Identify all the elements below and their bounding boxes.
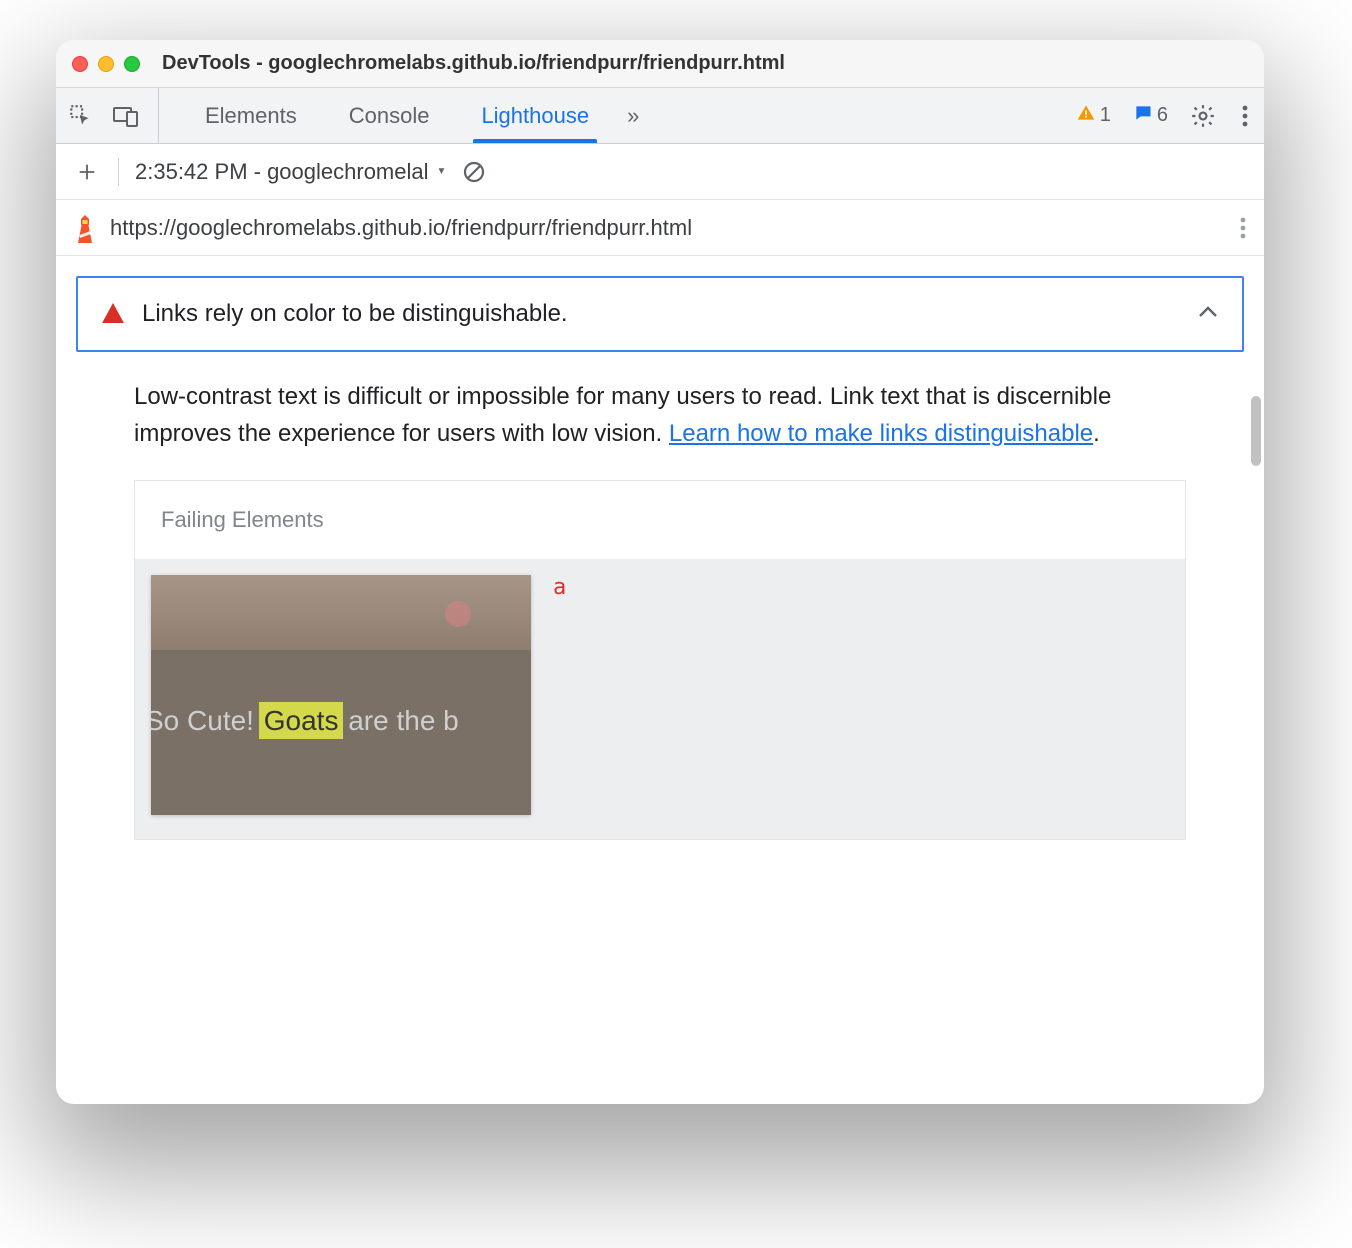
- more-vert-icon[interactable]: [1238, 105, 1252, 127]
- message-count: 6: [1157, 104, 1168, 127]
- message-count-badge[interactable]: 6: [1133, 103, 1168, 129]
- failing-elements-heading: Failing Elements: [135, 481, 1185, 559]
- report-url-bar: https://googlechromelabs.github.io/frien…: [56, 200, 1264, 256]
- clear-icon[interactable]: [462, 160, 486, 184]
- traffic-lights: [72, 56, 140, 72]
- report-content: Links rely on color to be distinguishabl…: [56, 256, 1264, 1104]
- report-select-label: 2:35:42 PM - googlechromelal: [135, 159, 429, 185]
- lighthouse-toolbar: 2:35:42 PM - googlechromelal ▼: [56, 144, 1264, 200]
- dropdown-caret-icon: ▼: [437, 166, 447, 177]
- message-icon: [1133, 103, 1153, 129]
- failing-element-thumbnail[interactable]: So Cute! Goats are the b: [151, 575, 531, 815]
- lighthouse-icon: [74, 215, 96, 241]
- thumb-text-highlight: Goats: [262, 705, 341, 736]
- warning-count: 1: [1100, 104, 1111, 127]
- minimize-window-button[interactable]: [98, 56, 114, 72]
- tabs-overflow-button[interactable]: »: [615, 88, 651, 143]
- chevron-right-double-icon: »: [627, 103, 639, 129]
- warning-count-badge[interactable]: 1: [1076, 103, 1111, 129]
- tab-strip: Elements Console Lighthouse » 1 6: [56, 88, 1264, 144]
- audit-description-post: .: [1093, 420, 1100, 447]
- scrollbar-thumb[interactable]: [1251, 396, 1261, 466]
- thumb-text-post: are the b: [340, 705, 458, 736]
- chevron-up-icon: [1198, 305, 1218, 323]
- audit-description: Low-contrast text is difficult or imposs…: [70, 378, 1250, 480]
- audit-title: Links rely on color to be distinguishabl…: [142, 300, 1180, 328]
- thumb-text-pre: So Cute!: [151, 705, 262, 736]
- maximize-window-button[interactable]: [124, 56, 140, 72]
- title-bar: DevTools - googlechromelabs.github.io/fr…: [56, 40, 1264, 88]
- report-url: https://googlechromelabs.github.io/frien…: [110, 215, 692, 241]
- learn-more-link[interactable]: Learn how to make links distinguishable: [669, 420, 1093, 447]
- report-more-vert-icon[interactable]: [1240, 217, 1246, 239]
- close-window-button[interactable]: [72, 56, 88, 72]
- tab-elements[interactable]: Elements: [179, 88, 323, 143]
- failing-element-tag[interactable]: a: [553, 575, 566, 600]
- panel-tabs: Elements Console Lighthouse »: [179, 88, 651, 143]
- failing-elements-body: So Cute! Goats are the b a: [135, 559, 1185, 839]
- warning-triangle-icon: [1076, 103, 1096, 129]
- window-title: DevTools - googlechromelabs.github.io/fr…: [162, 52, 785, 75]
- tab-lighthouse[interactable]: Lighthouse: [455, 88, 615, 143]
- audit-card[interactable]: Links rely on color to be distinguishabl…: [76, 276, 1244, 352]
- settings-gear-icon[interactable]: [1190, 103, 1216, 129]
- new-report-button[interactable]: [72, 161, 102, 183]
- failing-elements-section: Failing Elements So Cute! Goats are the …: [134, 480, 1186, 840]
- report-select[interactable]: 2:35:42 PM - googlechromelal ▼: [135, 159, 446, 185]
- tab-console[interactable]: Console: [323, 88, 456, 143]
- error-triangle-icon: [102, 301, 124, 327]
- divider: [118, 158, 119, 186]
- devtools-window: DevTools - googlechromelabs.github.io/fr…: [56, 40, 1264, 1104]
- device-toggle-icon[interactable]: [112, 104, 140, 128]
- inspect-element-icon[interactable]: [68, 103, 94, 129]
